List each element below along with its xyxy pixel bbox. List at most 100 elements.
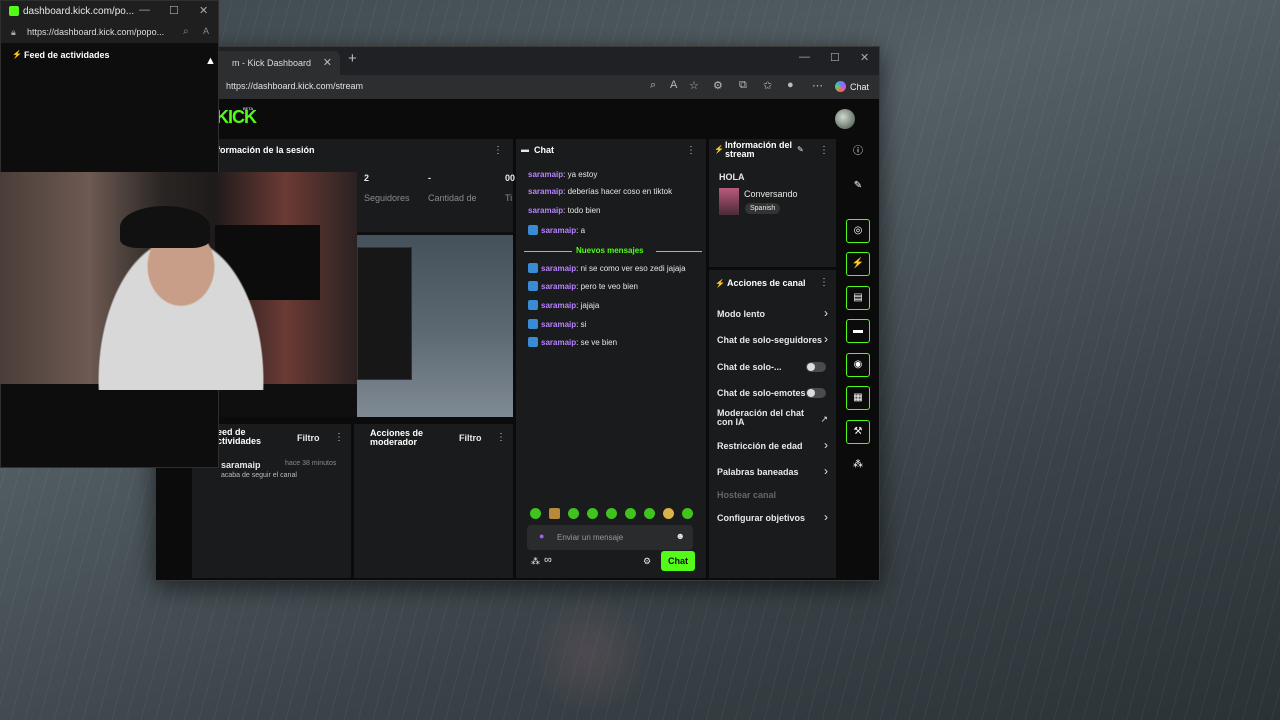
mod-tools-icon[interactable]: ▦ [846, 386, 870, 410]
action-banned-words[interactable]: Palabras baneadas [717, 467, 799, 477]
action-slow-mode[interactable]: Modo lento [717, 309, 765, 319]
activity-icon: ⚡ [12, 50, 22, 59]
emote-icon[interactable] [606, 508, 617, 519]
chat-settings-icon[interactable]: ⚙ [643, 556, 651, 567]
close-window-icon[interactable]: ✕ [860, 51, 869, 64]
action-followers-only[interactable]: Chat de solo-seguidores [717, 335, 822, 345]
read-aloud-icon[interactable]: A [670, 79, 677, 91]
minimize-icon[interactable]: — [139, 4, 150, 16]
chat-username[interactable]: saramaip [541, 338, 576, 347]
send-chat-button[interactable]: Chat [661, 551, 695, 571]
emote-icon[interactable] [682, 508, 693, 519]
minimize-icon[interactable]: — [799, 51, 810, 63]
close-window-icon[interactable]: ✕ [199, 4, 208, 17]
chat-menu-icon[interactable]: ⋮ [686, 145, 696, 156]
chevron-right-icon[interactable]: › [824, 332, 828, 346]
popup-titlebar: dashboard.kick.com/po... — ☐ ✕ [1, 1, 218, 23]
coins-icon[interactable]: ⁂ [846, 454, 870, 478]
emoji-icon[interactable]: ☻ [676, 531, 685, 541]
profile-icon[interactable]: ● [787, 79, 794, 91]
edit-stream-icon[interactable]: ✎ [846, 175, 870, 199]
close-tab-icon[interactable]: ✕ [323, 51, 332, 75]
chat-message: saramaip: todo bien [528, 206, 601, 215]
action-goals[interactable]: Configurar objetivos [717, 513, 805, 523]
notes-icon[interactable]: ▤ [846, 286, 870, 310]
emotes-only-toggle[interactable] [806, 388, 826, 398]
zoom-icon[interactable]: ⌕ [650, 79, 656, 92]
feed-menu-icon[interactable]: ⋮ [334, 432, 344, 443]
browser-tab[interactable]: m - Kick Dashboard ✕ [204, 51, 340, 75]
maximize-icon[interactable]: ☐ [830, 51, 840, 64]
emote-icon[interactable] [568, 508, 579, 519]
feed-item-time: hace 38 minutos [285, 460, 337, 467]
emote-icon[interactable] [663, 508, 674, 519]
user-badge-icon [528, 263, 538, 273]
chevron-right-icon[interactable]: › [824, 510, 828, 524]
copilot-button[interactable]: Chat [829, 78, 875, 96]
chat-username[interactable]: saramaip [528, 206, 563, 215]
stream-category[interactable]: Conversando [744, 189, 798, 199]
mod-filter-button[interactable]: Filtro [459, 433, 482, 443]
kick-coin-icon[interactable]: ⁂ [531, 556, 540, 567]
emote-icon[interactable] [587, 508, 598, 519]
favorites-bar-icon[interactable]: ✩ [763, 79, 772, 92]
more-icon[interactable]: ⋯ [812, 79, 823, 92]
stat-value: 00 [505, 173, 516, 183]
wrench-icon[interactable]: ⚒ [846, 420, 870, 444]
stat-label: Cantidad de [428, 193, 477, 203]
category-thumbnail[interactable] [719, 188, 739, 215]
extensions-icon[interactable]: ⚙ [713, 79, 723, 92]
emote-icon[interactable] [644, 508, 655, 519]
feed-item-user[interactable]: saramaip [221, 460, 261, 470]
broadcast-icon[interactable]: ◉ [846, 353, 870, 377]
stat-value: - [428, 173, 431, 183]
zoom-icon[interactable]: ⌕ [183, 26, 189, 37]
user-avatar[interactable] [835, 109, 855, 129]
mod-actions-panel: Acciones de moderador Filtro ⋮ [354, 424, 513, 578]
popup-panel-title: Feed de actividades [24, 50, 110, 60]
chat-username[interactable]: saramaip [541, 282, 576, 291]
feed-filter-button[interactable]: Filtro [297, 433, 320, 443]
channel-actions-menu-icon[interactable]: ⋮ [819, 277, 829, 288]
channel-actions-icon: ⚡ [715, 279, 725, 288]
chat-username[interactable]: saramaip [528, 170, 563, 179]
maximize-icon[interactable]: ☐ [169, 4, 179, 17]
external-link-icon[interactable]: ↗ [820, 414, 828, 425]
chevron-right-icon[interactable]: › [824, 464, 828, 478]
chat-username[interactable]: saramaip [541, 320, 576, 329]
emote-icon[interactable] [549, 508, 560, 519]
tab-title: m - Kick Dashboard [232, 58, 312, 68]
edit-icon[interactable]: ✎ [797, 145, 804, 154]
chat-username[interactable]: saramaip [528, 187, 563, 196]
chat-username[interactable]: saramaip [541, 301, 576, 310]
chat-bubble-icon: ▬ [521, 145, 529, 154]
info-icon[interactable]: ⓘ [846, 141, 870, 165]
stream-icon: ⚡ [714, 145, 724, 154]
url-field[interactable]: https://dashboard.kick.com/stream [226, 81, 363, 91]
new-tab-icon[interactable]: + [348, 50, 357, 67]
session-menu-icon[interactable]: ⋮ [493, 145, 503, 156]
emote-icon[interactable] [530, 508, 541, 519]
mic-icon[interactable]: ● [539, 531, 544, 541]
address-bar: https://dashboard.kick.com/stream ⌕ A ☆ … [156, 75, 879, 99]
actions-icon[interactable]: ⚡ [846, 252, 870, 276]
chat-username[interactable]: saramaip [541, 226, 576, 235]
stream-info-menu-icon[interactable]: ⋮ [819, 145, 829, 156]
favorite-icon[interactable]: ☆ [689, 79, 699, 92]
chat-rail-icon[interactable]: ▬ [846, 319, 870, 343]
popup-url[interactable]: https://dashboard.kick.com/popo... [27, 27, 164, 37]
action-ai-moderation[interactable]: Moderación del chat con IA [717, 409, 817, 427]
channel-actions-title: Acciones de canal [727, 278, 806, 288]
read-aloud-icon[interactable]: A [203, 26, 209, 36]
emote-icon[interactable] [625, 508, 636, 519]
chat-input[interactable]: ● Enviar un mensaje ☻ [527, 525, 693, 550]
mod-menu-icon[interactable]: ⋮ [496, 432, 506, 443]
action-subs-only: Chat de solo-... [717, 362, 782, 372]
chevron-right-icon[interactable]: › [824, 306, 828, 320]
subs-only-toggle[interactable] [806, 362, 826, 372]
chevron-right-icon[interactable]: › [824, 438, 828, 452]
collections-icon[interactable]: ⧉ [739, 79, 747, 92]
clip-icon[interactable]: ◎ [846, 219, 870, 243]
action-age-restriction[interactable]: Restricción de edad [717, 441, 803, 451]
chat-username[interactable]: saramaip [541, 264, 576, 273]
